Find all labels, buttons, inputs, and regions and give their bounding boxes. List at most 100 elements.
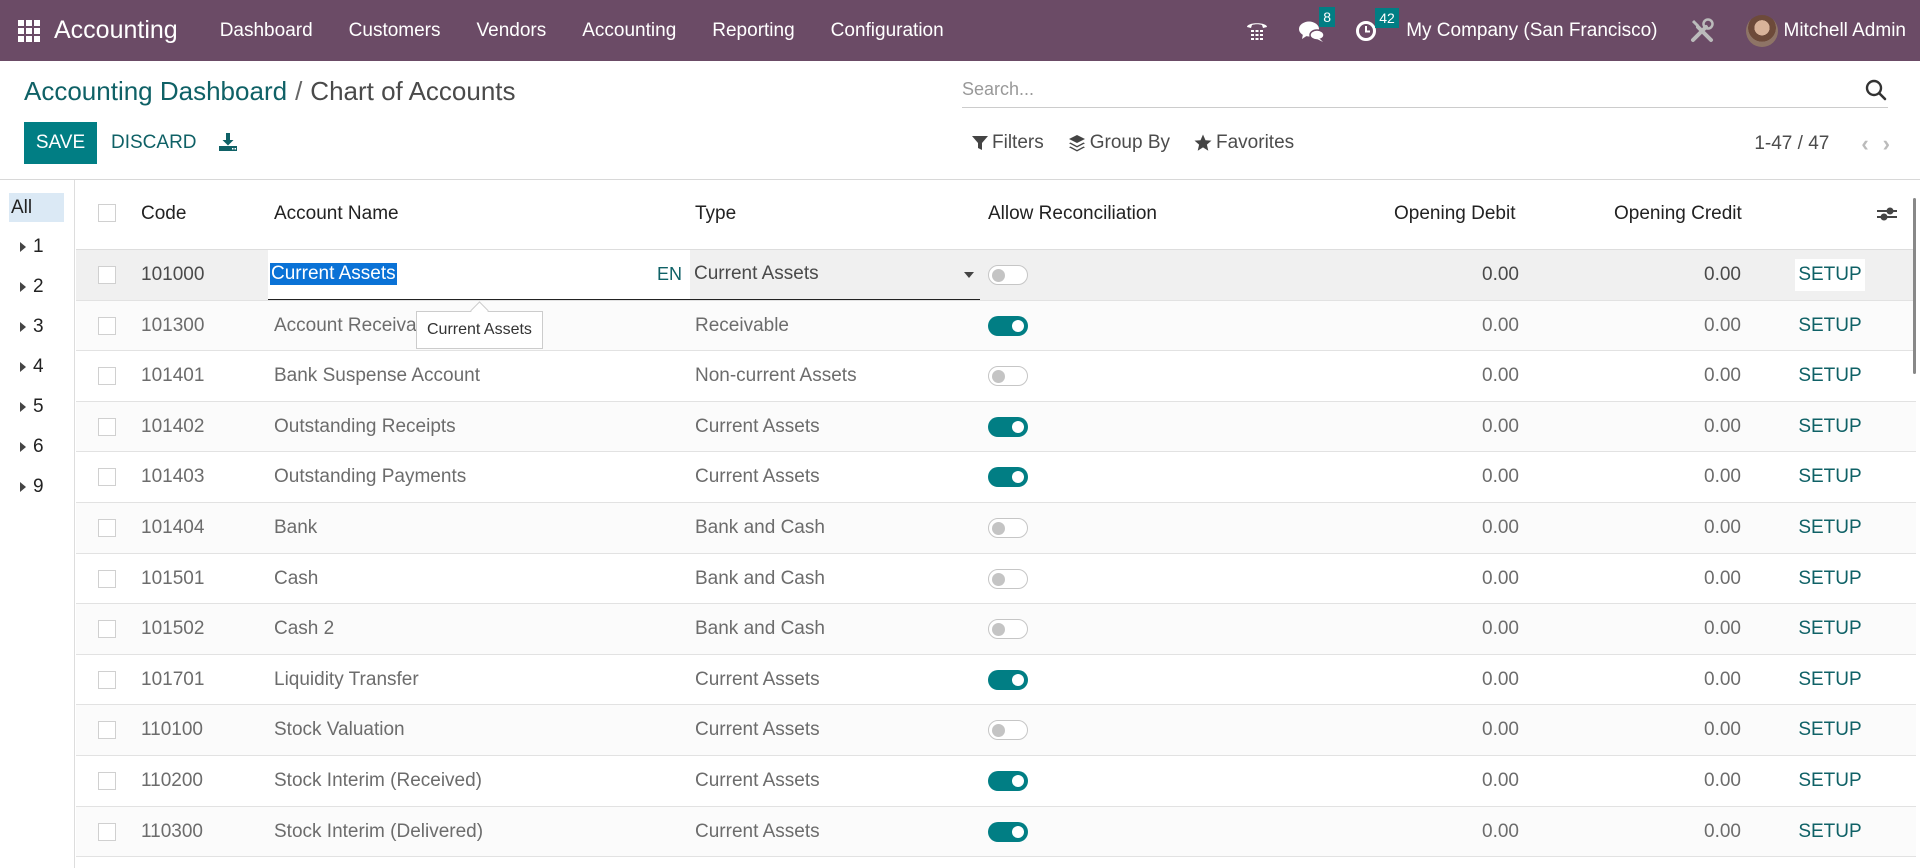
activity-menu-button[interactable]: 42 [1355, 7, 1399, 42]
row-checkbox[interactable] [98, 468, 116, 487]
menu-customers[interactable]: Customers [331, 20, 459, 42]
pager-value[interactable]: 1-47 / 47 [1754, 133, 1829, 155]
side-item-group[interactable]: 9 [20, 476, 44, 498]
scrollbar[interactable] [1913, 198, 1916, 374]
table-row[interactable]: 101403 Outstanding Payments Current Assets… [76, 452, 1916, 503]
account-type-select[interactable]: Current Assets [690, 250, 980, 300]
row-checkbox[interactable] [98, 417, 116, 436]
debug-tools-button[interactable] [1689, 17, 1715, 44]
row-checkbox[interactable] [98, 569, 116, 588]
setup-button[interactable]: SETUP [1795, 360, 1865, 392]
group-by-button[interactable]: Group By [1068, 132, 1170, 154]
table-row[interactable]: 101401 Bank Suspense Account Non-current A… [76, 351, 1916, 402]
allow-reconciliation-toggle[interactable] [988, 669, 1028, 690]
allow-reconciliation-toggle[interactable] [988, 416, 1028, 437]
messaging-menu-button[interactable]: 8 [1299, 6, 1335, 43]
setup-button[interactable]: SETUP [1795, 714, 1865, 746]
row-checkbox[interactable] [98, 771, 116, 790]
column-header-type[interactable]: Type [695, 203, 736, 225]
column-header-code[interactable]: Code [141, 203, 186, 225]
discard-button[interactable]: DISCARD [111, 122, 197, 164]
setup-button[interactable]: SETUP [1795, 512, 1865, 544]
cell-type: Current Assets [695, 466, 820, 488]
row-checkbox[interactable] [98, 721, 116, 740]
setup-button[interactable]: SETUP [1795, 816, 1865, 848]
setup-button[interactable]: SETUP [1795, 259, 1865, 291]
voip-phone-button[interactable] [1245, 19, 1269, 43]
app-name[interactable]: Accounting [54, 16, 178, 45]
favorites-button[interactable]: Favorites [1194, 132, 1294, 154]
table-row[interactable]: 110100 Stock Valuation Current Assets 0.00 0… [76, 705, 1916, 756]
breadcrumb-accounting-dashboard[interactable]: Accounting Dashboard [24, 76, 287, 106]
allow-reconciliation-toggle[interactable] [988, 568, 1028, 589]
optional-columns-icon[interactable] [1876, 204, 1898, 224]
save-button[interactable]: SAVE [24, 122, 97, 164]
user-menu[interactable]: Mitchell Admin [1745, 14, 1906, 47]
select-all-checkbox[interactable] [98, 204, 116, 222]
row-checkbox[interactable] [98, 670, 116, 689]
side-item-group[interactable]: 4 [20, 356, 44, 378]
table-row-editing[interactable]: 101000 Current Assets EN Current Assets 0.00… [76, 250, 1916, 301]
menu-accounting[interactable]: Accounting [564, 20, 694, 42]
side-item-group[interactable]: 5 [20, 396, 44, 418]
filters-button[interactable]: Filters [972, 132, 1044, 154]
column-header-account-name[interactable]: Account Name [274, 203, 399, 225]
menu-dashboard[interactable]: Dashboard [202, 20, 331, 42]
table-row[interactable]: 101402 Outstanding Receipts Current Assets… [76, 401, 1916, 453]
side-item-label: 4 [33, 356, 44, 377]
pager-previous-icon[interactable]: ‹ [1861, 131, 1868, 157]
table-row[interactable]: 110300 Stock Interim (Delivered) Current A… [76, 806, 1916, 858]
allow-reconciliation-toggle[interactable] [988, 720, 1028, 741]
allow-reconciliation-toggle[interactable] [988, 366, 1028, 387]
company-switcher[interactable]: My Company (San Francisco) [1406, 20, 1657, 42]
allow-reconciliation-toggle[interactable] [988, 467, 1028, 488]
cell-code: 101000 [141, 264, 205, 285]
translate-language-button[interactable]: EN [657, 264, 682, 285]
table-row[interactable]: 101701 Liquidity Transfer Current Assets 0.… [76, 655, 1916, 706]
side-item-group[interactable]: 6 [20, 436, 44, 458]
row-checkbox[interactable] [98, 620, 116, 639]
row-checkbox[interactable] [98, 266, 116, 284]
side-item-group[interactable]: 2 [20, 276, 44, 298]
table-row[interactable]: 101502 Cash 2 Bank and Cash 0.00 0.00 SETUP [76, 604, 1916, 655]
apps-menu-icon[interactable] [18, 19, 40, 42]
column-header-opening-debit[interactable]: Opening Debit [1394, 203, 1515, 225]
row-checkbox[interactable] [98, 518, 116, 537]
side-item-group[interactable]: 1 [20, 236, 44, 258]
allow-reconciliation-toggle[interactable] [988, 619, 1028, 640]
clock-icon [1356, 20, 1377, 41]
row-checkbox[interactable] [98, 367, 116, 386]
column-header-opening-credit[interactable]: Opening Credit [1614, 203, 1742, 225]
setup-button[interactable]: SETUP [1795, 765, 1865, 797]
search-input[interactable] [962, 79, 1864, 100]
column-header-allow-reconciliation[interactable]: Allow Reconciliation [988, 203, 1157, 225]
table-row[interactable]: 101404 Bank Bank and Cash 0.00 0.00 SETUP [76, 502, 1916, 554]
allow-reconciliation-toggle[interactable] [988, 265, 1028, 285]
table-row[interactable]: 101300 Account Receivable Receivable 0.00 0.… [76, 300, 1916, 352]
row-checkbox[interactable] [98, 316, 116, 335]
allow-reconciliation-toggle[interactable] [988, 770, 1028, 791]
row-checkbox[interactable] [98, 822, 116, 841]
setup-button[interactable]: SETUP [1795, 310, 1865, 342]
table-row[interactable]: 101501 Cash Bank and Cash 0.00 0.00 SETUP [76, 554, 1916, 605]
allow-reconciliation-toggle[interactable] [988, 517, 1028, 538]
download-icon[interactable] [218, 132, 238, 157]
search-icon[interactable] [1864, 78, 1888, 102]
pager-next-icon[interactable]: › [1883, 131, 1890, 157]
star-icon [1194, 134, 1212, 151]
side-item-group[interactable]: 3 [20, 316, 44, 338]
allow-reconciliation-toggle[interactable] [988, 315, 1028, 336]
setup-button[interactable]: SETUP [1795, 461, 1865, 493]
setup-button[interactable]: SETUP [1795, 613, 1865, 645]
menu-reporting[interactable]: Reporting [694, 20, 812, 42]
allow-reconciliation-toggle[interactable] [988, 821, 1028, 842]
menu-vendors[interactable]: Vendors [459, 20, 565, 42]
side-item-all[interactable]: All [9, 193, 64, 222]
caret-right-icon [20, 442, 26, 452]
setup-button[interactable]: SETUP [1795, 664, 1865, 696]
setup-button[interactable]: SETUP [1795, 563, 1865, 595]
account-name-input[interactable]: Current Assets EN [268, 250, 690, 300]
table-row[interactable]: 110200 Stock Interim (Received) Current As… [76, 756, 1916, 807]
menu-configuration[interactable]: Configuration [813, 20, 962, 42]
setup-button[interactable]: SETUP [1795, 411, 1865, 443]
